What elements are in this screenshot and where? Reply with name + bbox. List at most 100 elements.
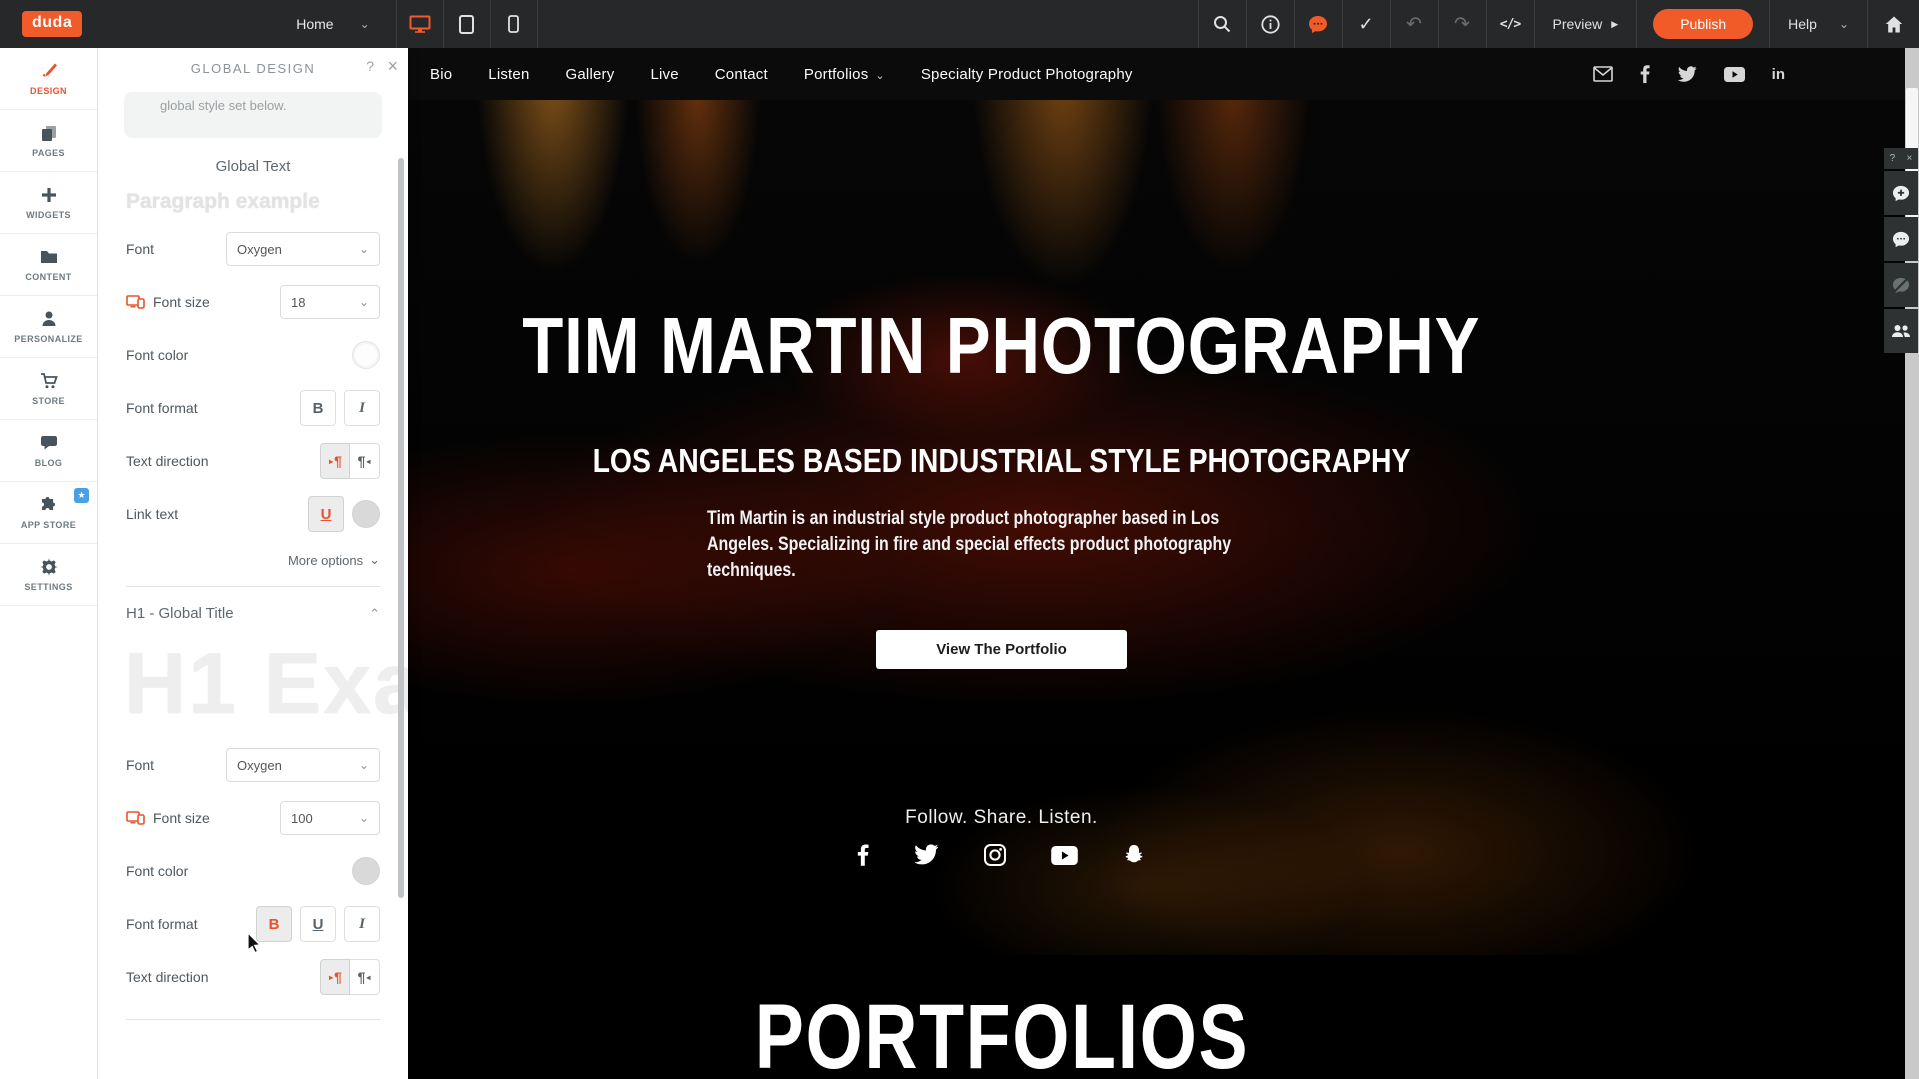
pilcrow-rtl-icon: ¶ bbox=[358, 453, 366, 469]
undo-button[interactable]: ↶ bbox=[1390, 0, 1438, 48]
hero-subtitle: LOS ANGELES BASED INDUSTRIAL STYLE PHOTO… bbox=[593, 442, 1411, 480]
comments-button[interactable] bbox=[1294, 0, 1342, 48]
h1-font-select[interactable]: Oxygen ⌄ bbox=[226, 748, 380, 782]
nav-item-portfolios[interactable]: Portfolios⌄ bbox=[804, 66, 885, 83]
twitter-link[interactable] bbox=[1677, 66, 1697, 83]
info-button[interactable] bbox=[1246, 0, 1294, 48]
sidebar-item-personalize[interactable]: PERSONALIZE bbox=[0, 296, 97, 358]
h1-bold-button[interactable]: B bbox=[256, 906, 292, 942]
link-color-swatch[interactable] bbox=[352, 500, 380, 528]
link-underline-button[interactable]: U bbox=[308, 496, 344, 532]
direction-ltr-button[interactable]: ▸¶ bbox=[320, 443, 350, 479]
sidebar-item-blog[interactable]: BLOG bbox=[0, 420, 97, 482]
plus-icon bbox=[39, 185, 59, 205]
hide-comments-button[interactable] bbox=[1884, 263, 1918, 307]
done-button[interactable]: ✓ bbox=[1342, 0, 1390, 48]
search-icon bbox=[1213, 15, 1231, 33]
tablet-view-button[interactable] bbox=[444, 0, 490, 48]
nav-item-specialty[interactable]: Specialty Product Photography bbox=[921, 66, 1133, 83]
chevron-up-icon: ⌃ bbox=[369, 606, 380, 622]
nav-item-gallery[interactable]: Gallery bbox=[566, 66, 615, 83]
search-button[interactable] bbox=[1198, 0, 1246, 48]
hero-body: Tim Martin is an industrial style produc… bbox=[707, 506, 1297, 584]
chevron-down-icon: ⌄ bbox=[1839, 17, 1849, 31]
panel-scrollbar[interactable] bbox=[398, 158, 404, 898]
sidebar-item-app-store[interactable]: ★ APP STORE bbox=[0, 482, 97, 544]
h1-font-size-value: 100 bbox=[291, 811, 313, 826]
page-selector-dropdown[interactable]: Home ⌄ bbox=[270, 0, 395, 48]
font-size-select[interactable]: 18 ⌄ bbox=[280, 285, 380, 319]
facebook-link[interactable] bbox=[857, 844, 869, 866]
close-icon[interactable]: × bbox=[387, 56, 398, 77]
duda-logo[interactable]: duda bbox=[22, 11, 82, 37]
help-icon[interactable]: ? bbox=[1890, 153, 1896, 164]
h1-font-size-select[interactable]: 100 ⌄ bbox=[280, 801, 380, 835]
nav-item-contact[interactable]: Contact bbox=[715, 66, 768, 83]
linkedin-link[interactable]: in bbox=[1772, 66, 1785, 83]
instagram-link[interactable] bbox=[983, 843, 1007, 867]
desktop-view-button[interactable] bbox=[397, 0, 443, 48]
chevron-down-icon: ⌄ bbox=[369, 552, 380, 568]
folder-icon bbox=[39, 247, 59, 267]
font-select[interactable]: Oxygen ⌄ bbox=[226, 232, 380, 266]
h1-section-title: H1 - Global Title bbox=[126, 605, 234, 622]
help-dropdown[interactable]: Help ⌄ bbox=[1769, 0, 1867, 48]
redo-icon: ↷ bbox=[1454, 15, 1470, 34]
italic-button[interactable]: I bbox=[344, 390, 380, 426]
desktop-icon bbox=[409, 15, 431, 33]
show-comments-button[interactable] bbox=[1884, 217, 1918, 261]
sidebar-item-store[interactable]: STORE bbox=[0, 358, 97, 420]
sidebar-item-pages[interactable]: PAGES bbox=[0, 110, 97, 172]
h1-direction-rtl-button[interactable]: ¶◂ bbox=[350, 959, 380, 995]
people-icon bbox=[1891, 324, 1911, 338]
close-icon[interactable]: × bbox=[1907, 153, 1913, 164]
direction-rtl-button[interactable]: ¶◂ bbox=[350, 443, 380, 479]
h1-section-header[interactable]: H1 - Global Title ⌃ bbox=[126, 605, 380, 622]
h1-underline-button[interactable]: U bbox=[300, 906, 336, 942]
twitter-link[interactable] bbox=[913, 844, 939, 866]
h1-italic-button[interactable]: I bbox=[344, 906, 380, 942]
font-format-row: Font format B I bbox=[126, 390, 380, 426]
snapchat-link[interactable] bbox=[1122, 843, 1146, 867]
divider bbox=[537, 0, 538, 48]
sidebar-item-settings[interactable]: SETTINGS bbox=[0, 544, 97, 606]
youtube-link[interactable] bbox=[1051, 846, 1078, 865]
person-icon bbox=[39, 309, 59, 329]
h1-direction-ltr-button[interactable]: ▸¶ bbox=[320, 959, 350, 995]
mobile-view-button[interactable] bbox=[491, 0, 537, 48]
publish-button[interactable]: Publish bbox=[1653, 9, 1753, 39]
more-options-link[interactable]: More options ⌄ bbox=[126, 552, 380, 568]
more-options-label: More options bbox=[288, 553, 363, 568]
chevron-down-icon: ⌄ bbox=[875, 70, 884, 82]
help-icon[interactable]: ? bbox=[366, 58, 374, 74]
info-icon bbox=[1261, 15, 1280, 34]
nav-item-bio[interactable]: Bio bbox=[430, 66, 452, 83]
portfolios-heading: PORTFOLIOS bbox=[754, 985, 1248, 1079]
preview-button[interactable]: Preview ▶ bbox=[1534, 0, 1637, 48]
view-portfolio-button[interactable]: View The Portfolio bbox=[876, 630, 1127, 669]
redo-button[interactable]: ↷ bbox=[1438, 0, 1486, 48]
sidebar-item-widgets[interactable]: WIDGETS bbox=[0, 172, 97, 234]
sidebar-item-design[interactable]: DESIGN bbox=[0, 48, 97, 110]
dashboard-home-button[interactable] bbox=[1867, 0, 1919, 48]
text-direction-label: Text direction bbox=[126, 453, 208, 469]
chevron-down-icon: ⌄ bbox=[359, 242, 369, 256]
h1-font-row: Font Oxygen ⌄ bbox=[126, 747, 380, 783]
dev-mode-button[interactable]: </> bbox=[1486, 0, 1534, 48]
nav-item-live[interactable]: Live bbox=[650, 66, 678, 83]
collaborators-button[interactable] bbox=[1884, 309, 1918, 353]
youtube-link[interactable] bbox=[1724, 67, 1745, 82]
font-color-swatch[interactable] bbox=[352, 341, 380, 369]
nav-item-listen[interactable]: Listen bbox=[488, 66, 529, 83]
pages-icon bbox=[39, 123, 59, 143]
design-brush-icon bbox=[39, 61, 59, 81]
h1-font-color-swatch[interactable] bbox=[352, 857, 380, 885]
bold-button[interactable]: B bbox=[300, 390, 336, 426]
font-color-label: Font color bbox=[126, 863, 188, 879]
sidebar-item-content[interactable]: CONTENT bbox=[0, 234, 97, 296]
site-header-social: in bbox=[1593, 65, 1785, 83]
facebook-link[interactable] bbox=[1640, 65, 1650, 83]
email-link[interactable] bbox=[1593, 66, 1613, 82]
add-comment-button[interactable] bbox=[1884, 171, 1918, 215]
chevron-down-icon: ⌄ bbox=[360, 17, 370, 31]
